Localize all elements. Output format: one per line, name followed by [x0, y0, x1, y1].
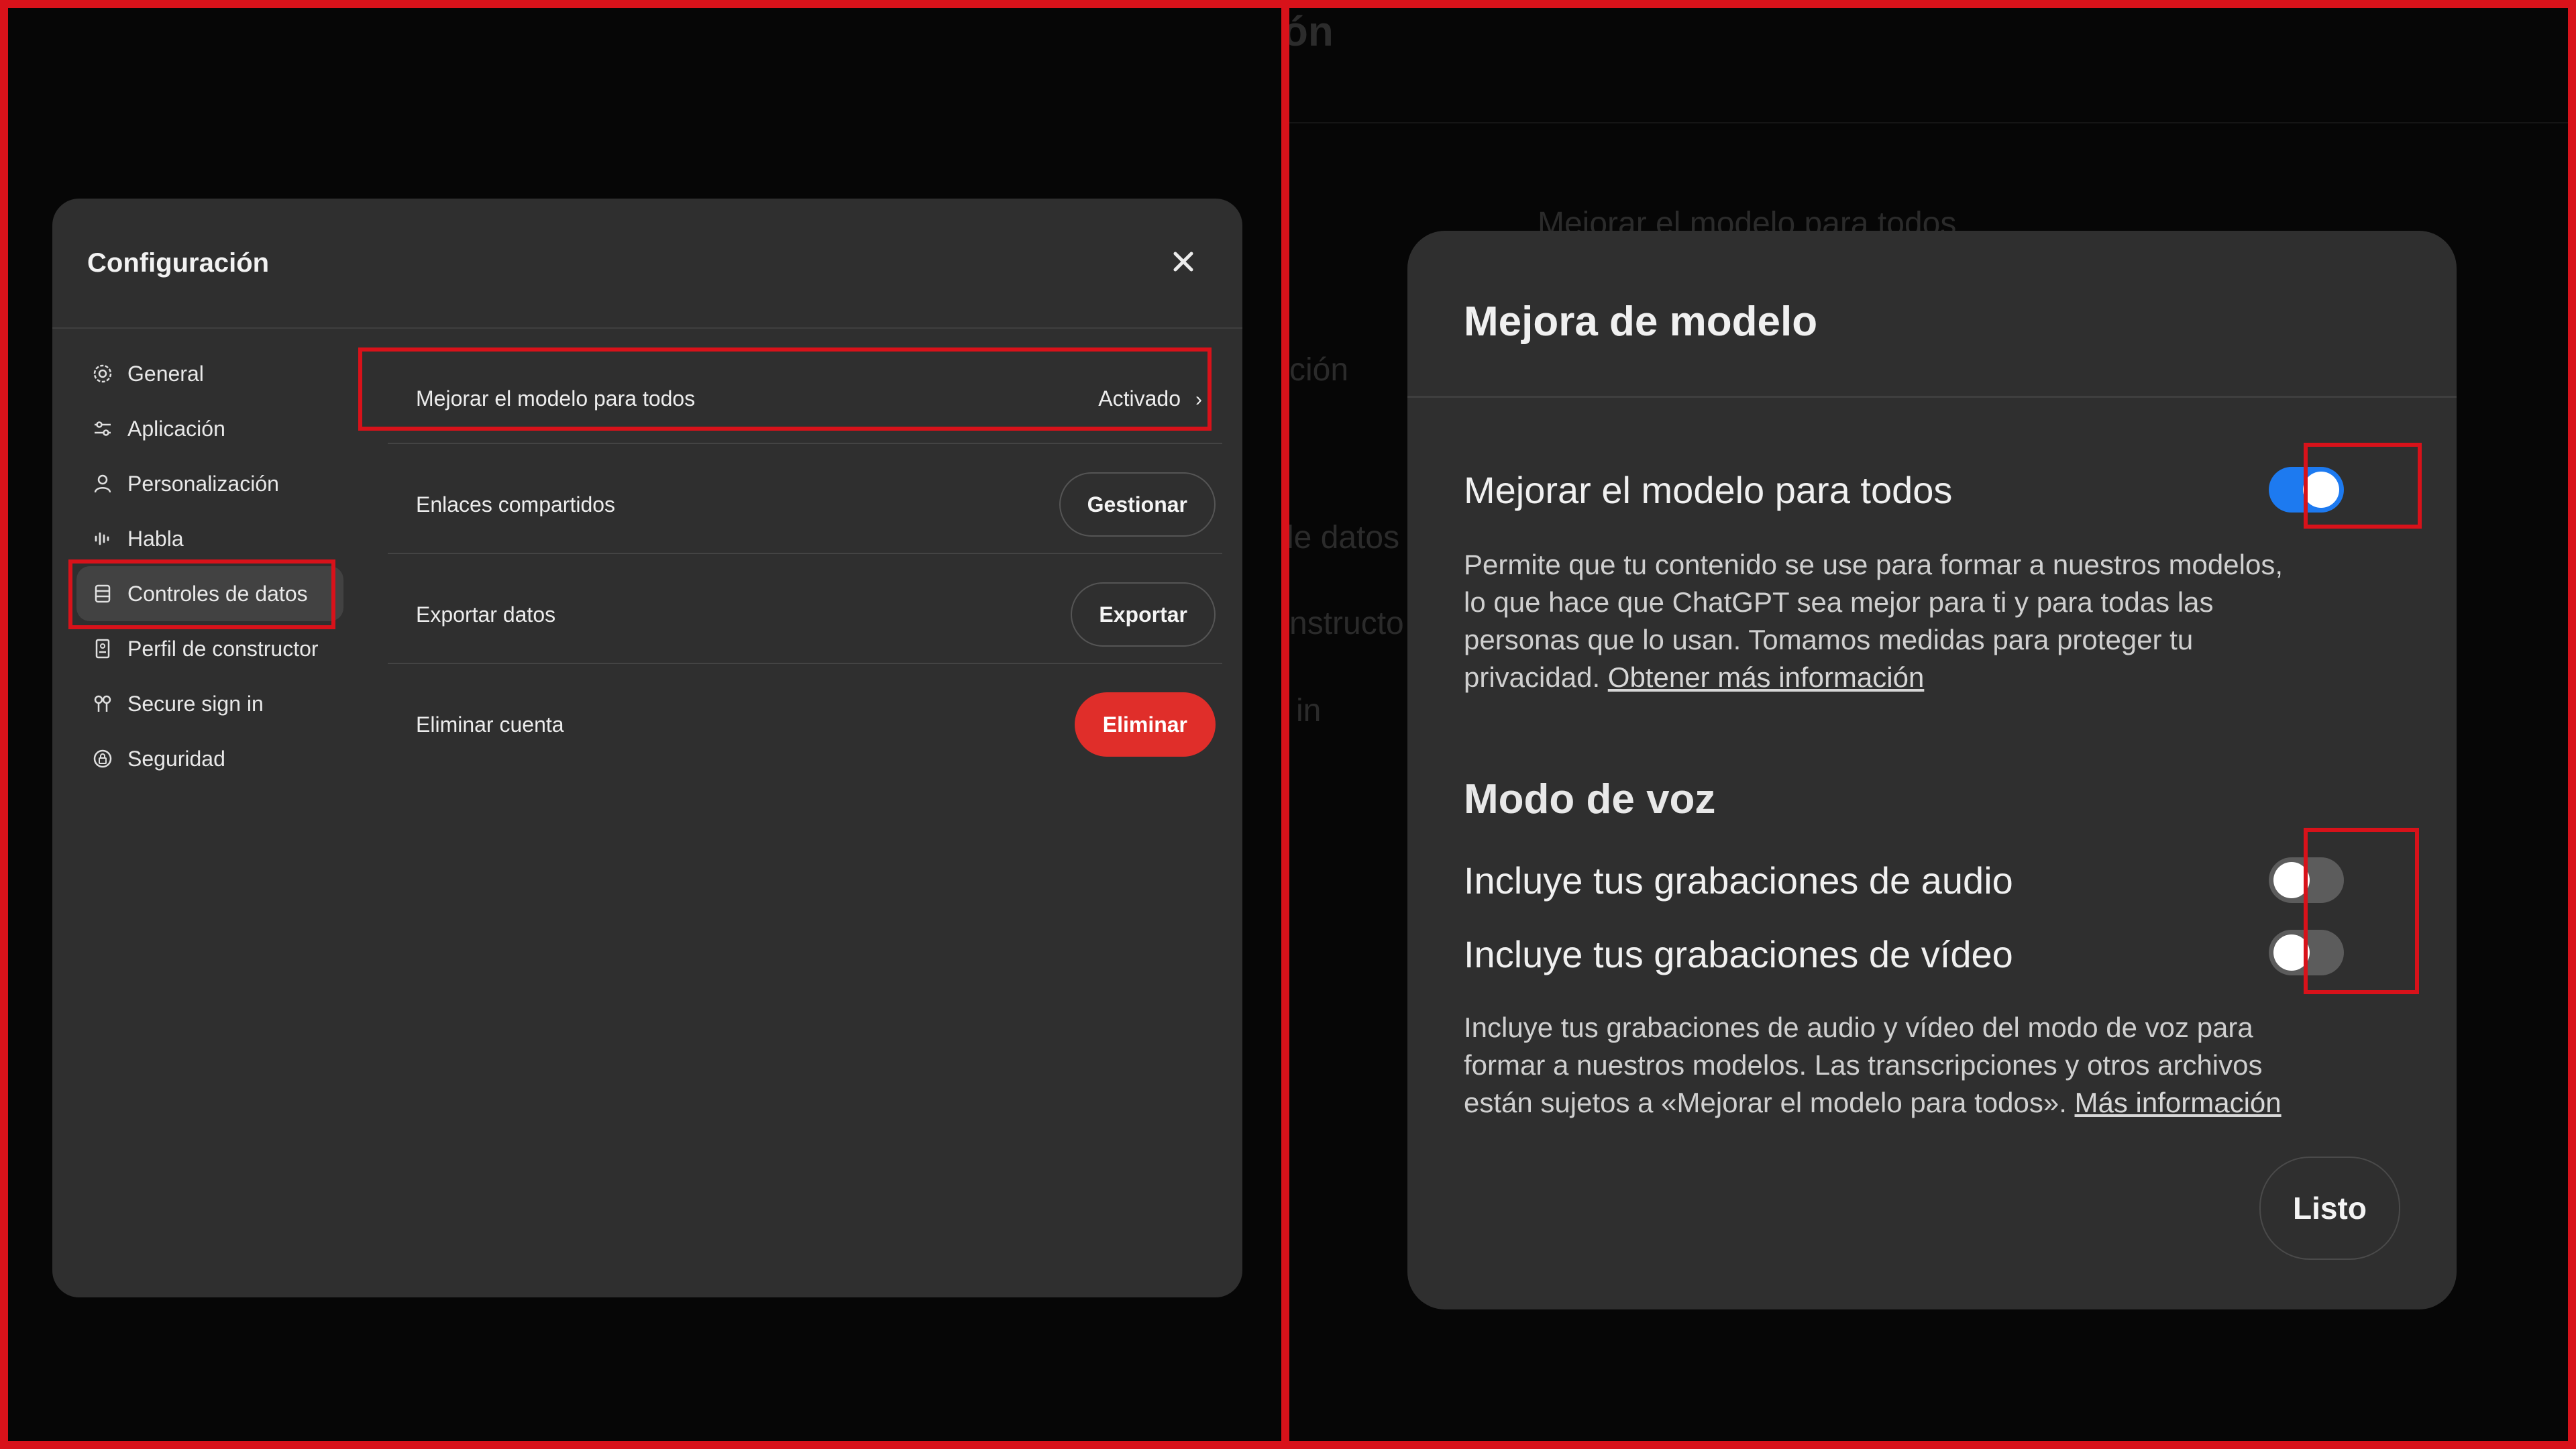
nav-item-general[interactable]: General — [76, 346, 372, 401]
left-panel: Configuración General Aplicación Persona… — [8, 8, 1281, 1441]
manage-button[interactable]: Gestionar — [1059, 472, 1216, 537]
shield-lock-icon — [91, 747, 114, 770]
nav-item-secure-sign-in[interactable]: Secure sign in — [76, 676, 372, 731]
nav-item-habla[interactable]: Habla — [76, 511, 372, 566]
background-item: nstructo — [1289, 606, 1404, 641]
settings-header: Configuración — [52, 199, 1242, 329]
id-card-icon — [91, 637, 114, 660]
dialog-divider — [1407, 396, 2457, 398]
close-button[interactable] — [1163, 241, 1203, 282]
nav-item-label: General — [127, 361, 204, 386]
improve-model-description: Permite que tu contenido se use para for… — [1464, 546, 2296, 696]
panel-divider — [1281, 0, 1289, 1449]
row-export-data: Exportar datos Exportar — [388, 554, 1222, 664]
nav-item-label: Personalización — [127, 471, 279, 496]
highlight-improve-toggle — [2304, 443, 2422, 529]
nav-item-seguridad[interactable]: Seguridad — [76, 731, 372, 786]
highlight-voice-toggles — [2304, 828, 2419, 994]
sliders-icon — [91, 417, 114, 440]
nav-item-aplicacion[interactable]: Aplicación — [76, 401, 372, 456]
export-button[interactable]: Exportar — [1071, 582, 1216, 647]
highlight-data-controls — [68, 559, 335, 629]
keys-icon — [91, 692, 114, 715]
nav-item-label: Habla — [127, 526, 184, 551]
background-item: le datos — [1289, 520, 1400, 555]
delete-button[interactable]: Eliminar — [1074, 692, 1216, 757]
learn-more-link[interactable]: Obtener más información — [1608, 661, 1925, 693]
nav-item-label: Perfil de constructor — [127, 636, 319, 661]
row-label: Eliminar cuenta — [416, 712, 564, 737]
background-item: in — [1296, 693, 1322, 729]
background-divider — [1289, 122, 2568, 123]
model-improvement-dialog: Mejora de modelo Mejorar el modelo para … — [1407, 231, 2457, 1309]
nav-item-label: Secure sign in — [127, 691, 264, 716]
row-label: Enlaces compartidos — [416, 492, 616, 517]
gear-icon — [91, 362, 114, 385]
nav-item-perfil-de-constructor[interactable]: Perfil de constructor — [76, 621, 372, 676]
row-delete-account: Eliminar cuenta Eliminar — [388, 664, 1222, 773]
nav-item-label: Aplicación — [127, 416, 225, 441]
voice-mode-description: Incluye tus grabaciones de audio y vídeo… — [1464, 1009, 2296, 1122]
background-title-fragment: ón — [1289, 9, 1334, 55]
background-item: ción — [1289, 352, 1349, 388]
settings-title: Configuración — [87, 248, 270, 278]
person-icon — [91, 472, 114, 495]
dialog-title: Mejora de modelo — [1464, 299, 1818, 345]
nav-item-personalizacion[interactable]: Personalización — [76, 456, 372, 511]
done-button[interactable]: Listo — [2259, 1157, 2400, 1260]
more-info-link[interactable]: Más información — [2075, 1087, 2282, 1118]
right-panel: ón Mejorar el modelo para todos ción le … — [1289, 8, 2568, 1441]
audio-recordings-label: Incluye tus grabaciones de audio — [1464, 859, 2013, 902]
row-label: Exportar datos — [416, 602, 556, 627]
waveform-icon — [91, 527, 114, 550]
improve-model-heading: Mejorar el modelo para todos — [1464, 469, 1953, 511]
voice-mode-heading: Modo de voz — [1464, 776, 1716, 822]
close-icon — [1173, 252, 1193, 272]
video-recordings-label: Incluye tus grabaciones de vídeo — [1464, 933, 2013, 975]
highlight-improve-row — [358, 347, 1212, 431]
nav-item-label: Seguridad — [127, 746, 225, 771]
row-shared-links: Enlaces compartidos Gestionar — [388, 444, 1222, 554]
